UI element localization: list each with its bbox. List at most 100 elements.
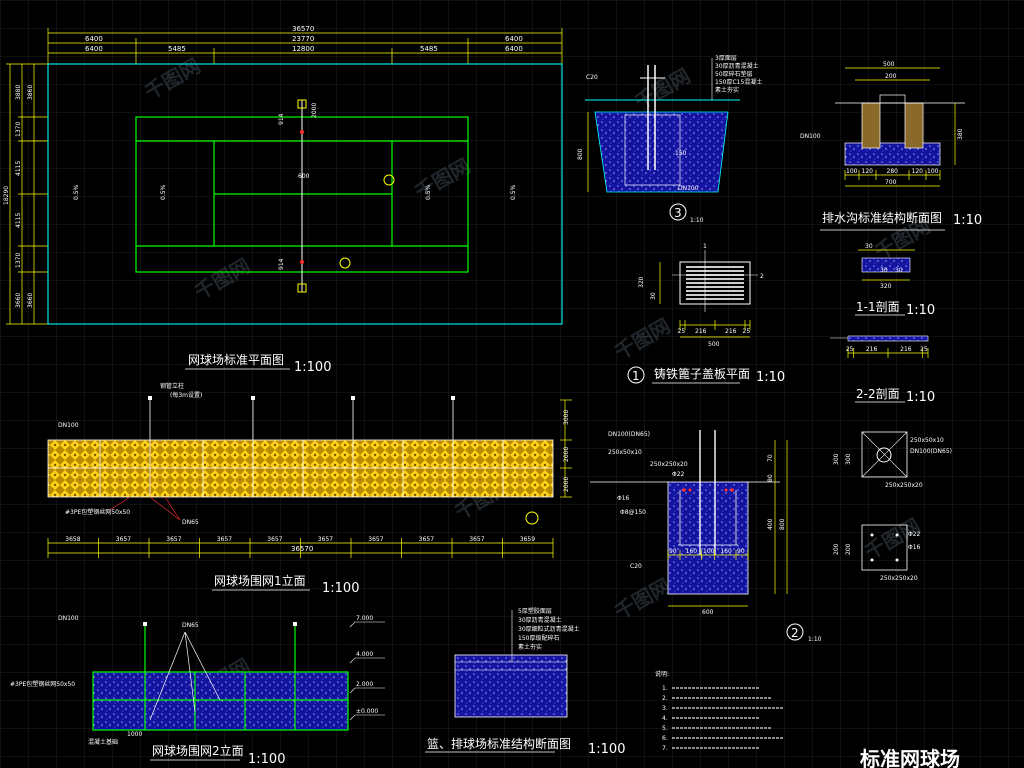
grate-slot: [686, 266, 744, 268]
fence1-bay-dim: 3657: [318, 536, 333, 543]
grate-total: 500: [708, 341, 720, 348]
grate-bottom-dim: 25: [743, 328, 751, 335]
note-item: 2.: [662, 695, 668, 702]
slope-label: 0.5%: [160, 184, 167, 200]
footing-dim: 400: [767, 518, 774, 530]
fence1-bay-dim: 3658: [65, 536, 80, 543]
grate-slot: [686, 270, 744, 272]
post-layer: 素土夯实: [715, 86, 739, 94]
fence1-title: 网球场围网1立面: [214, 573, 306, 588]
plate-label: Φ22: [908, 531, 921, 538]
surface-title: 篮、排球场标准结构断面图: [427, 736, 571, 751]
post-layer: 3厚面层: [715, 55, 737, 62]
plate-label: 250x250x20: [885, 482, 923, 489]
plan-dim: 5485: [420, 45, 438, 53]
footing-bottom-dim: 100: [703, 548, 715, 555]
sec11-scale: 1:10: [906, 303, 935, 318]
footing-concrete: C20: [630, 563, 642, 570]
fence1-height-dim: 2000: [563, 447, 570, 462]
plan-dim: 12800: [292, 45, 314, 53]
footing-bottom-dim: 90: [737, 548, 745, 555]
footing-label: 250x50x10: [608, 449, 642, 456]
sheet-title: 标准网球场: [860, 747, 960, 768]
grate-slot: [686, 294, 744, 296]
footing-label: Φ22: [672, 471, 685, 478]
note-item: 4.: [662, 715, 668, 722]
post-pipe-label: DN100: [678, 185, 699, 192]
plate-label: Φ16: [908, 544, 921, 551]
grate-bottom-dim: 216: [695, 328, 707, 335]
footing-label: Φ8@150: [620, 509, 646, 516]
note-item: 5.: [662, 725, 668, 732]
sec22-dim: 216: [866, 346, 878, 353]
plan-dim: 5485: [168, 45, 186, 53]
plate-label: 250x50x10: [910, 437, 944, 444]
grate-left-dim: 320: [638, 276, 645, 288]
slope-label: 0.5%: [73, 184, 80, 200]
grate-scale: 1:10: [756, 370, 785, 385]
drain-bottom-dim: 100: [927, 168, 939, 175]
plan-dim: 6400: [85, 45, 103, 53]
sec11-dim: 30: [865, 243, 873, 250]
fence1-bay-dim: 3659: [520, 536, 535, 543]
plan-scale: 1:100: [294, 360, 331, 375]
plan-left-dim: 3660: [27, 293, 34, 308]
plate-dim: 300: [845, 453, 852, 465]
grate-section-mark: 2: [760, 273, 764, 280]
drain-bottom-dim: 120: [912, 168, 924, 175]
note-item: 7.: [662, 745, 668, 752]
fence-mesh: [47, 439, 554, 498]
plan-dim: 23770: [292, 35, 314, 43]
post-layer: 150厚C15混凝土: [715, 78, 762, 86]
fence1-post-label: 钢管立柱: [160, 382, 184, 390]
fence1-bay-dim: 3657: [166, 536, 181, 543]
post-layer: 50厚碎石垫层: [715, 70, 753, 78]
drain-dim: 200: [885, 73, 897, 80]
footing-label: 250x250x20: [650, 461, 688, 468]
grate-left-dim: 30: [650, 292, 657, 300]
surface-scale: 1:100: [588, 742, 625, 757]
fence1-mesh-label: #3PE包塑钢丝网50x50: [65, 508, 130, 516]
plan-dim-total: 36570: [292, 25, 314, 33]
sec22-dim: 216: [900, 346, 912, 353]
drain-dim: 500: [883, 61, 895, 68]
footing-scale: 1:10: [808, 636, 822, 643]
fence2-bottom-dim: 1000: [127, 731, 142, 738]
drain-scale: 1:10: [953, 213, 982, 228]
drain-side-dim: 380: [957, 128, 964, 140]
plate-label: DN100(DN65): [910, 448, 952, 455]
sec11-dim: 320: [880, 283, 892, 290]
surface-layer: 30厚细粒式沥青混凝土: [518, 625, 580, 633]
fence1-bay-dim: 3657: [217, 536, 232, 543]
grate-slot: [686, 282, 744, 284]
post-callout: 3: [674, 206, 682, 220]
footing-label: Φ16: [617, 495, 630, 502]
plate-label: 250x250x20: [880, 575, 918, 582]
plan-left-dim: 3860: [27, 85, 34, 100]
elevation-mark: ±0.000: [356, 708, 378, 715]
grate-title: 铸铁篦子盖板平面: [654, 366, 750, 381]
grate-bottom-dim: 25: [678, 328, 686, 335]
drain-pipe-label: DN100: [800, 133, 821, 140]
grate-slot: [686, 286, 744, 288]
fence1-total-dim: 36570: [291, 545, 313, 553]
slope-label: 0.5%: [510, 184, 517, 200]
sec22-title: 2-2剖面: [856, 387, 900, 401]
post-layer: 30厚沥青混凝土: [715, 62, 759, 70]
footing-bottom-dim: 160: [686, 548, 698, 555]
surface-layer: 5厚塑胶面层: [518, 607, 552, 615]
plan-left-dim: 1370: [15, 253, 22, 268]
grate-section-mark: 1: [703, 243, 707, 250]
footing-dim: 80: [767, 474, 774, 482]
net-dim: 914: [278, 113, 285, 125]
note-item: 3.: [662, 705, 668, 712]
plan-left-dim: 3660: [15, 293, 22, 308]
plan-dim: 6400: [85, 35, 103, 43]
fence1-bay-dim: 3657: [419, 536, 434, 543]
elevation-mark: 2.000: [356, 681, 373, 688]
drain-title: 排水沟标准结构断面图: [822, 210, 942, 225]
note-item: 6.: [662, 735, 668, 742]
fence2-mid-rail-label: DN65: [182, 622, 199, 629]
fence2-scale: 1:100: [248, 752, 285, 767]
grate-slot: [686, 278, 744, 280]
